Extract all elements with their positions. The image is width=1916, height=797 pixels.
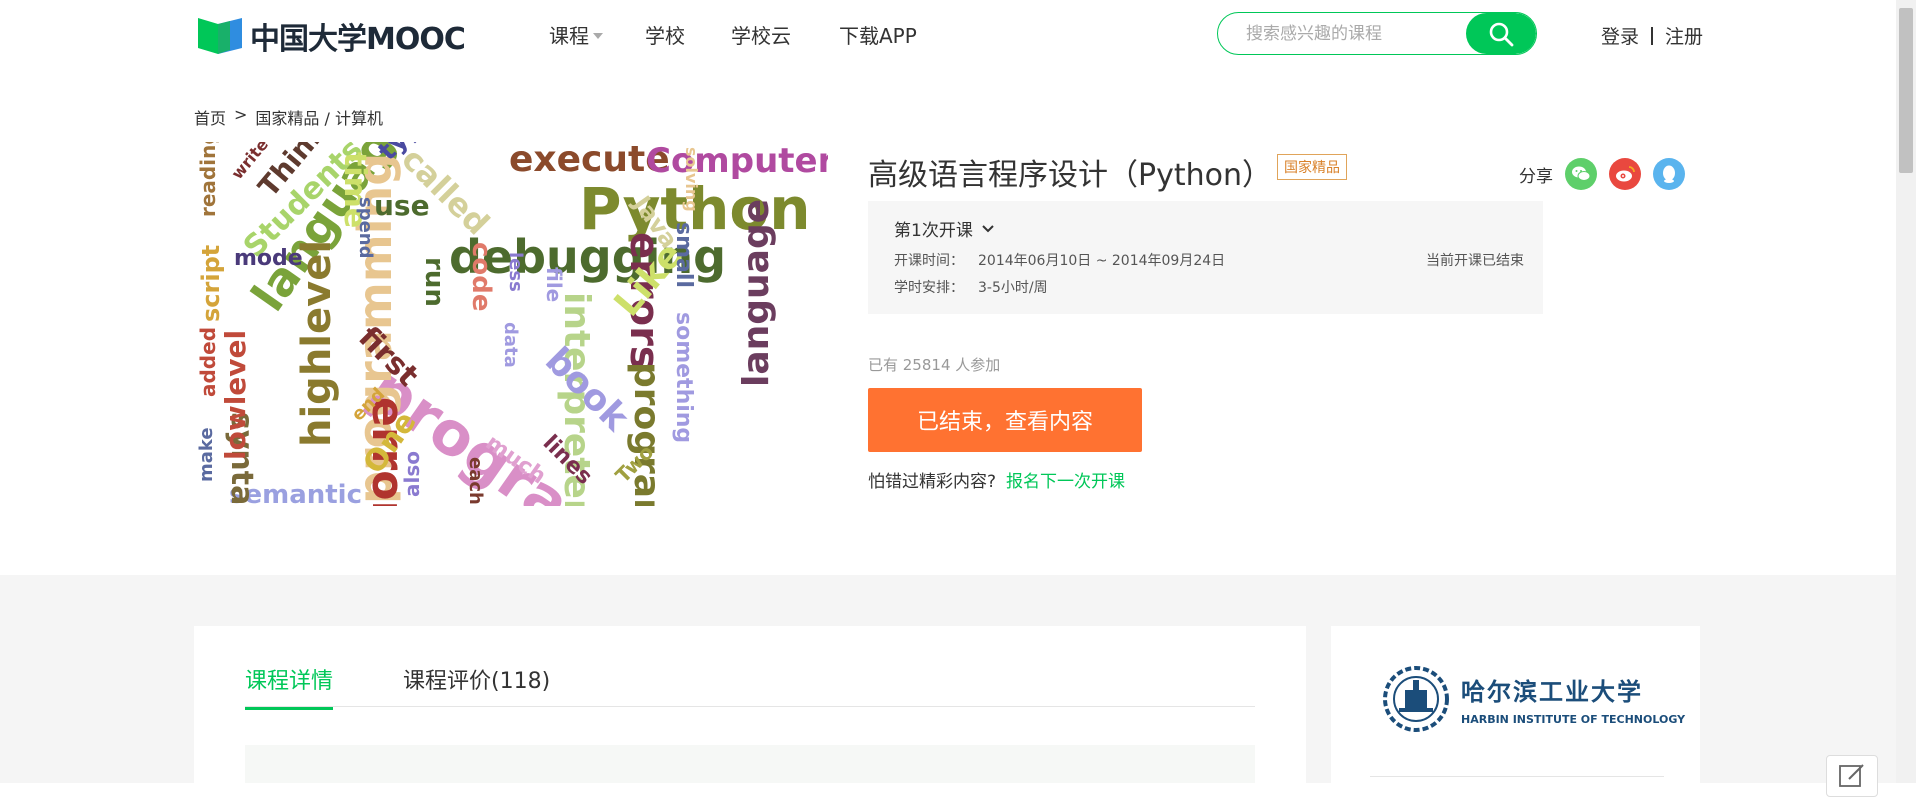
course-cover-image: Python execute Computer debugging progra… (194, 142, 828, 506)
tab-course-reviews[interactable]: 课程评价(118) (403, 663, 550, 707)
term-time-value: 2014年06月10日 ~ 2014年09月24日 (978, 253, 1226, 269)
search-input[interactable] (1244, 23, 1448, 45)
edit-icon (1839, 764, 1864, 787)
register-link[interactable]: 注册 (1665, 22, 1703, 49)
cover-word: also (400, 451, 424, 497)
cover-word: solving (682, 147, 701, 212)
cover-word: lowlevel (219, 329, 252, 460)
tab-content-area (245, 745, 1255, 783)
cover-word: less (505, 252, 526, 292)
term-hours-row: 学时安排： 3-5小时/周 (894, 277, 1048, 297)
cover-word: file (542, 267, 566, 303)
cover-word: Computer (646, 142, 828, 181)
weibo-icon[interactable] (1609, 158, 1641, 190)
school-logo[interactable]: 哈尔滨工业大学 HARBIN INSTITUTE OF TECHNOLOGY (1381, 664, 1685, 734)
cover-word: use (374, 189, 430, 222)
chevron-down-icon (593, 32, 603, 39)
nav-courses-label: 课程 (549, 24, 589, 48)
chevron-down-icon (982, 224, 994, 232)
cover-word: each (465, 457, 486, 505)
course-tabs: 课程详情 课程评价(118) (245, 663, 550, 710)
school-name-cn: 哈尔滨工业大学 (1461, 677, 1643, 706)
site-logo[interactable]: 中国大学MOOC (196, 14, 466, 58)
term-status: 当前开课已结束 (1426, 253, 1524, 269)
nav-school-cloud-label: 学校云 (731, 24, 791, 48)
school-card-divider (1370, 776, 1664, 777)
search-button[interactable] (1466, 13, 1536, 54)
nav-school-cloud[interactable]: 学校云 (731, 20, 791, 49)
course-title: 高级语言程序设计（Python） (868, 158, 1272, 193)
logo-text: 中国大学MOOC (250, 22, 466, 57)
breadcrumb: 首页 > 国家精品 / 计算机 (194, 105, 383, 129)
nav-schools-label: 学校 (645, 24, 685, 48)
cover-word: run (419, 257, 449, 307)
breadcrumb-current[interactable]: 国家精品 / 计算机 (255, 105, 383, 129)
feedback-button[interactable] (1826, 755, 1878, 797)
scrollbar-thumb[interactable] (1899, 8, 1913, 173)
search-box (1217, 12, 1537, 55)
breadcrumb-separator: > (234, 105, 248, 124)
cover-word: make (196, 427, 217, 482)
cover-word: code (466, 242, 496, 312)
enrolled-count: 已有 25814 人参加 (868, 356, 1001, 374)
national-quality-badge: 国家精品 (1277, 154, 1347, 180)
search-icon (1489, 22, 1514, 46)
tab-course-details[interactable]: 课程详情 (245, 663, 334, 710)
nav-download-app-label: 下载APP (839, 24, 917, 48)
share-bar: 分享 (1519, 158, 1685, 190)
next-term-prompt: 怕错过精彩内容? 报名下一次开课 (868, 467, 1125, 492)
term-hours-value: 3-5小时/周 (978, 280, 1048, 296)
cover-word: reading (196, 142, 220, 217)
cover-word: script (197, 244, 225, 322)
nav-courses[interactable]: 课程 (549, 20, 603, 49)
share-label: 分享 (1519, 166, 1553, 187)
cover-word: something (671, 312, 696, 444)
miss-text: 怕错过精彩内容? (868, 472, 997, 492)
term-time-row: 开课时间： 2014年06月10日 ~ 2014年09月24日 (894, 250, 1225, 270)
cover-word: language (736, 198, 777, 387)
term-selector-label: 第1次开课 (894, 221, 973, 241)
breadcrumb-home[interactable]: 首页 (194, 105, 226, 129)
auth-links: 登录 注册 (1601, 22, 1703, 49)
cover-word: spend (355, 197, 376, 259)
cover-word: data (500, 322, 521, 368)
cover-word: added (196, 326, 220, 397)
cover-word: programs (626, 362, 667, 506)
cover-word: highlevel (294, 239, 340, 447)
wechat-icon[interactable] (1565, 158, 1597, 190)
cover-word: mode (234, 246, 303, 271)
enroll-next-term-link[interactable]: 报名下一次开课 (1006, 467, 1125, 492)
school-name-en: HARBIN INSTITUTE OF TECHNOLOGY (1461, 713, 1686, 726)
logo-book-icon (196, 16, 246, 56)
tab-divider (245, 706, 1255, 707)
term-time-label: 开课时间： (894, 253, 964, 269)
divider (1651, 26, 1654, 45)
term-selector[interactable]: 第1次开课 (894, 216, 995, 241)
login-link[interactable]: 登录 (1601, 22, 1639, 49)
nav-schools[interactable]: 学校 (645, 20, 685, 49)
term-hours-label: 学时安排： (894, 280, 964, 296)
qq-icon[interactable] (1653, 158, 1685, 190)
school-card: 哈尔滨工业大学 HARBIN INSTITUTE OF TECHNOLOGY (1331, 626, 1700, 783)
school-emblem-icon (1383, 666, 1449, 732)
view-content-button[interactable]: 已结束，查看内容 (868, 388, 1142, 452)
nav-download-app[interactable]: 下载APP (839, 20, 917, 49)
